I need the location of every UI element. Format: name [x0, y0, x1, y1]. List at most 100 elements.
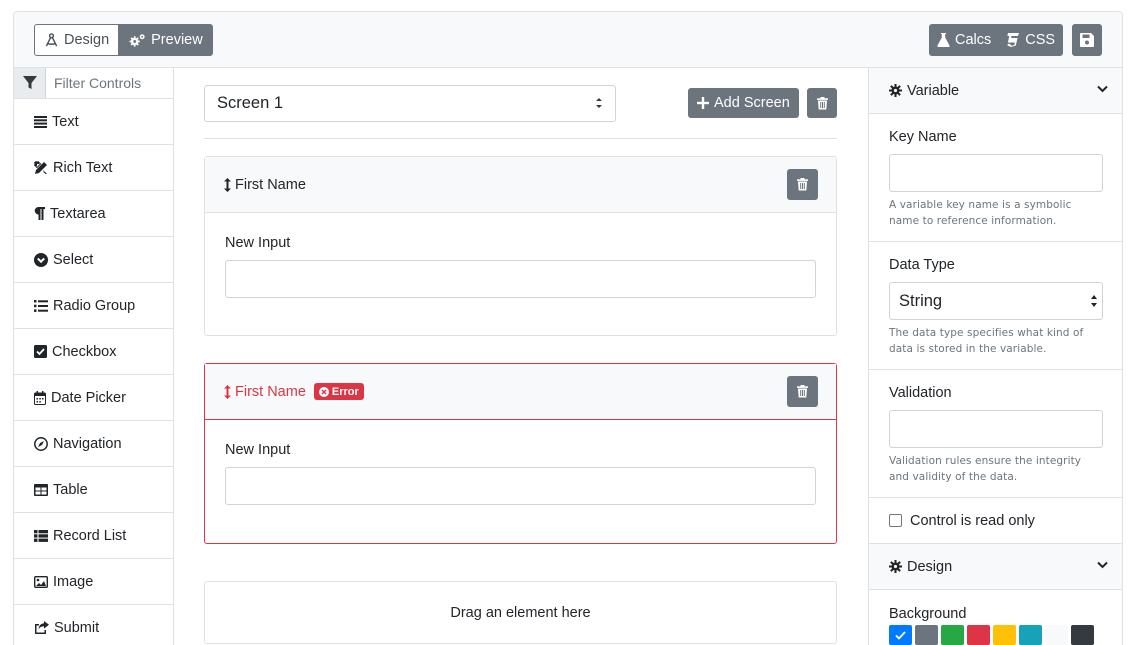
design-mode-button[interactable]: Design: [34, 24, 120, 56]
table-icon: [34, 483, 48, 496]
data-type-label: Data Type: [889, 257, 955, 273]
swatch-success[interactable]: [941, 625, 964, 645]
select-caret-icon: [1090, 292, 1098, 310]
gear-icon: [889, 84, 902, 97]
save-icon: [1080, 33, 1094, 47]
readonly-row: Control is read only: [869, 498, 1122, 544]
filter-controls-input[interactable]: [46, 68, 173, 98]
control-label: Navigation: [53, 435, 122, 452]
add-screen-button[interactable]: Add Screen: [688, 88, 799, 118]
validation-help: Validation rules ensure the integrity an…: [889, 455, 1082, 483]
control-label: Record List: [53, 527, 127, 544]
control-textarea[interactable]: Textarea: [14, 191, 173, 237]
swatch-secondary[interactable]: [915, 625, 938, 645]
form-element-card-error[interactable]: First Name Error New Input: [204, 363, 837, 544]
card-header[interactable]: First Name: [205, 157, 836, 213]
pencil-ruler-icon: [34, 160, 48, 175]
error-badge: Error: [313, 383, 364, 400]
control-label: Text: [52, 113, 79, 130]
drop-zone-text: Drag an element here: [450, 604, 591, 621]
screen-select-value: Screen 1: [217, 94, 284, 112]
field-label: New Input: [225, 442, 291, 458]
css-label: CSS: [1025, 32, 1056, 48]
variable-section-header[interactable]: Variable: [869, 68, 1122, 114]
control-radio-group[interactable]: Radio Group: [14, 283, 173, 329]
control-navigation[interactable]: Navigation: [14, 421, 173, 467]
error-badge-label: Error: [331, 385, 359, 398]
design-mode-label: Design: [64, 32, 110, 48]
check-square-icon: [34, 345, 47, 358]
control-date-picker[interactable]: Date Picker: [14, 375, 173, 421]
control-label: Table: [53, 481, 88, 498]
swatch-primary[interactable]: [889, 625, 912, 645]
swatch-danger[interactable]: [967, 625, 990, 645]
control-submit[interactable]: Submit: [14, 605, 173, 645]
divider: [204, 138, 837, 139]
image-icon: [34, 575, 48, 588]
control-table[interactable]: Table: [14, 467, 173, 513]
design-section-header[interactable]: Design: [869, 544, 1122, 590]
control-label: Date Picker: [51, 389, 126, 406]
css-button[interactable]: CSS: [999, 24, 1063, 56]
control-rich-text[interactable]: Rich Text: [14, 145, 173, 191]
card-header[interactable]: First Name Error: [205, 364, 836, 420]
variable-section-title: Variable: [907, 82, 960, 99]
mode-toggle: Design Preview: [34, 24, 213, 56]
readonly-label[interactable]: Control is read only: [910, 513, 1035, 529]
screen-builder: Design Preview Calcs CSS Filter Controls…: [13, 11, 1123, 645]
validation-input[interactable]: [889, 410, 1103, 448]
delete-screen-button[interactable]: [807, 88, 837, 118]
drop-zone[interactable]: Drag an element here: [204, 581, 837, 644]
check-icon: [895, 630, 906, 640]
share-square-icon: [34, 621, 49, 634]
control-select[interactable]: Select: [14, 237, 173, 283]
trash-icon: [797, 178, 808, 191]
design-canvas: Screen 1 Add Screen First Name New Input: [174, 68, 868, 645]
form-element-card[interactable]: First Name New Input: [204, 156, 837, 336]
inspector-panel: Variable Key Name A variable key name is…: [868, 68, 1122, 645]
drag-handle-icon[interactable]: [224, 177, 231, 192]
control-label: Image: [53, 573, 94, 590]
trash-icon: [816, 96, 828, 110]
drag-handle-icon[interactable]: [224, 384, 231, 399]
key-name-label: Key Name: [889, 129, 957, 145]
readonly-checkbox[interactable]: [889, 514, 902, 527]
new-input-field[interactable]: [225, 260, 816, 298]
validation-label: Validation: [889, 385, 952, 401]
screen-select[interactable]: Screen 1: [204, 85, 616, 122]
delete-element-button[interactable]: [787, 376, 818, 407]
swatch-info[interactable]: [1019, 625, 1042, 645]
swatch-dark[interactable]: [1071, 625, 1094, 645]
gear-icon: [889, 560, 902, 573]
save-button[interactable]: [1072, 24, 1102, 56]
chevron-circle-down-icon: [34, 252, 48, 267]
control-checkbox[interactable]: Checkbox: [14, 329, 173, 375]
new-input-field[interactable]: [225, 467, 816, 505]
controls-sidebar: Text Rich Text Textarea Select Radio Gro…: [14, 68, 174, 645]
control-label: Submit: [54, 619, 100, 636]
field-label: New Input: [225, 235, 291, 251]
design-section-title: Design: [907, 558, 953, 575]
calcs-label: Calcs: [955, 32, 992, 48]
chevron-down-icon: [1097, 85, 1108, 93]
control-image[interactable]: Image: [14, 559, 173, 605]
validation-property: Validation Validation rules ensure the i…: [869, 370, 1122, 498]
control-label: Textarea: [50, 205, 106, 222]
swatch-light[interactable]: [1045, 625, 1068, 645]
control-label: Select: [53, 251, 94, 268]
control-record-list[interactable]: Record List: [14, 513, 173, 559]
data-type-select[interactable]: String: [889, 282, 1103, 320]
top-toolbar: Design Preview Calcs CSS: [14, 12, 1122, 68]
cogs-icon: [129, 33, 146, 48]
data-type-property: Data Type String The data type specifies…: [869, 242, 1122, 370]
control-text[interactable]: Text: [14, 99, 173, 145]
swatch-warning[interactable]: [993, 625, 1016, 645]
delete-element-button[interactable]: [787, 169, 818, 200]
calcs-button[interactable]: Calcs: [929, 24, 999, 56]
preview-mode-button[interactable]: Preview: [119, 24, 213, 56]
drafting-compass-icon: [44, 32, 59, 48]
filter-icon: [14, 68, 46, 98]
key-name-input[interactable]: [889, 154, 1103, 192]
plus-icon: [697, 97, 709, 109]
chevron-down-icon: [1097, 561, 1108, 569]
